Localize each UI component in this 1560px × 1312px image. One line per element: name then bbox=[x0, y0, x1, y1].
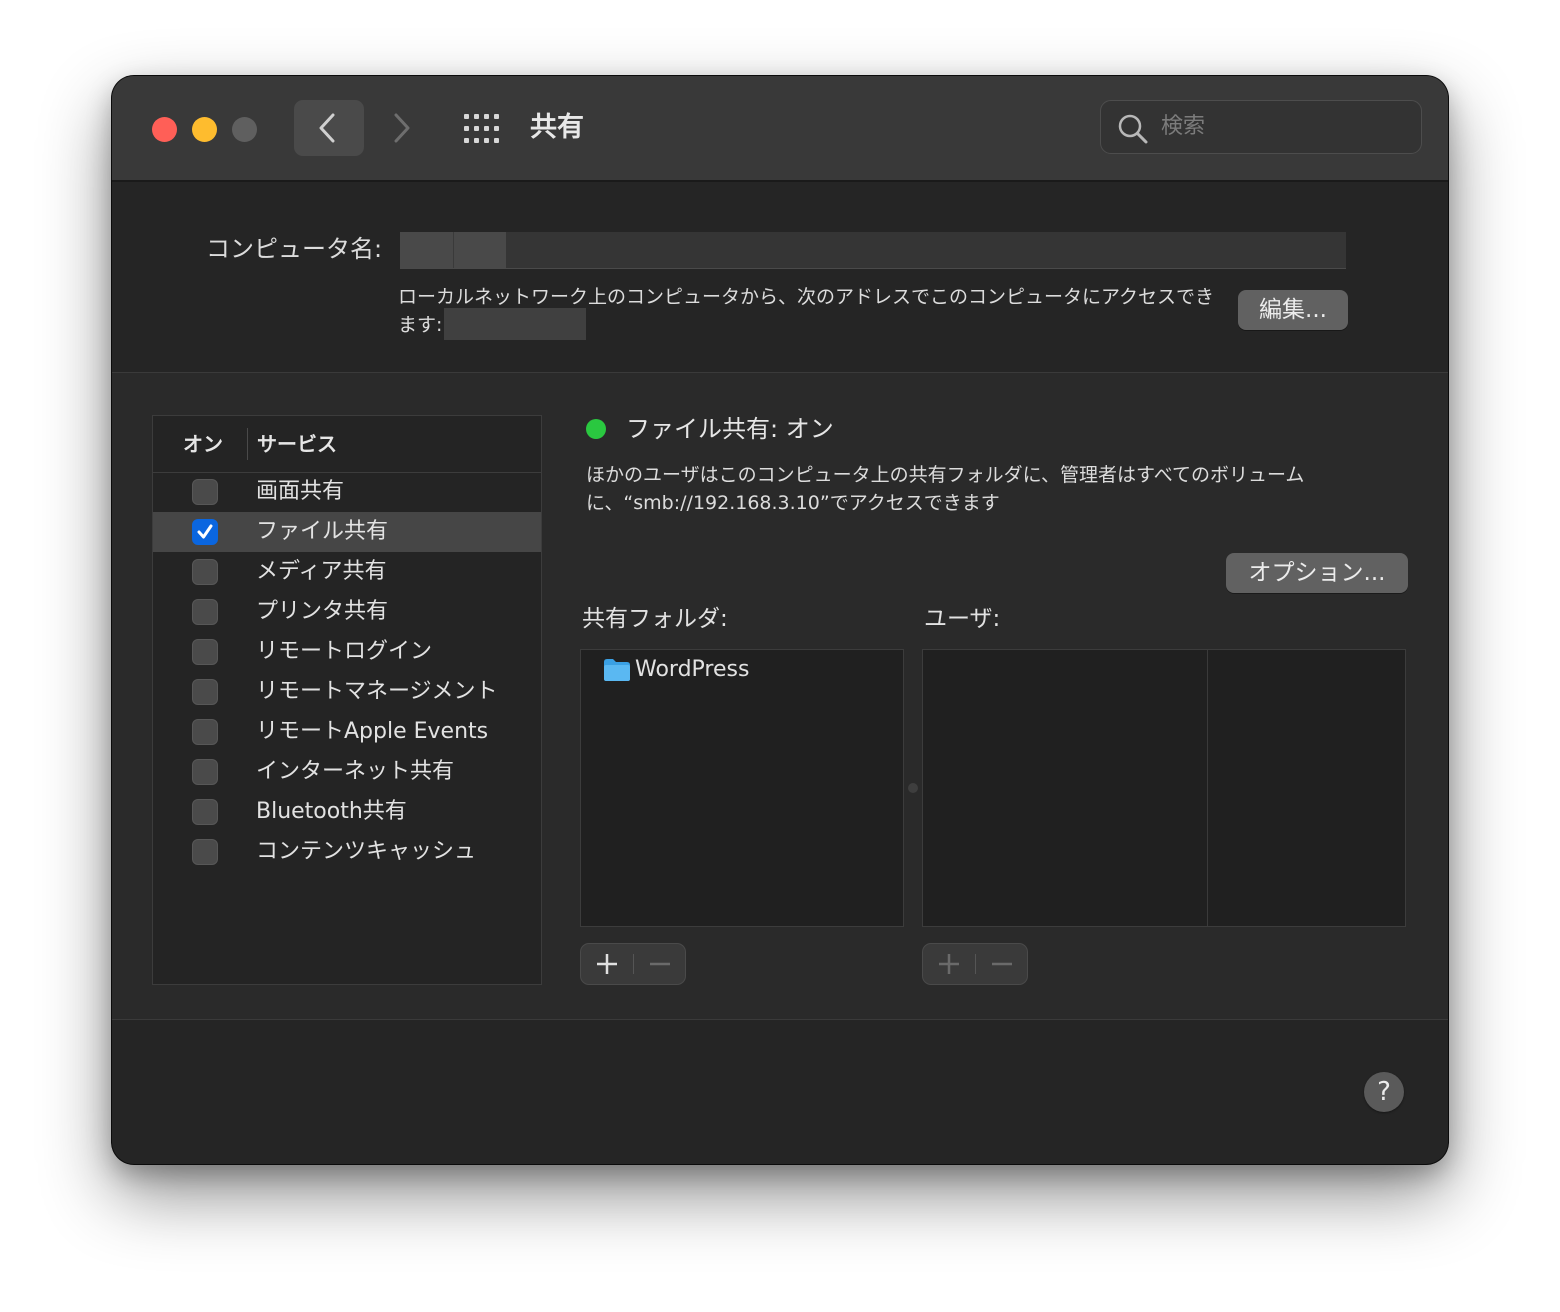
service-checkbox[interactable] bbox=[192, 839, 218, 865]
options-button[interactable]: オプション... bbox=[1226, 553, 1408, 593]
services-list: 画面共有 ファイル共有 メディア共有 プリンタ共有 リモートログイン リモートマ… bbox=[153, 472, 541, 872]
back-button[interactable] bbox=[294, 100, 364, 156]
service-checkbox[interactable] bbox=[192, 559, 218, 585]
service-row-internet-sharing[interactable]: インターネット共有 bbox=[153, 752, 541, 792]
minus-icon bbox=[650, 962, 670, 966]
shared-folders-label: 共有フォルダ: bbox=[582, 606, 728, 632]
redaction-divider bbox=[453, 232, 454, 268]
column-header-on[interactable]: オン bbox=[183, 428, 223, 460]
service-checkbox[interactable] bbox=[192, 479, 218, 505]
shared-folders-list[interactable]: WordPress bbox=[580, 649, 904, 927]
forward-button[interactable] bbox=[382, 100, 422, 156]
minus-icon bbox=[992, 962, 1012, 966]
sharing-preferences-window: 共有 検索 コンピュータ名: ローカルネットワーク上のコンピュータから、次のアド… bbox=[112, 76, 1448, 1164]
service-label: 画面共有 bbox=[256, 479, 345, 504]
users-label: ユーザ: bbox=[924, 606, 1001, 632]
service-row-remote-login[interactable]: リモートログイン bbox=[153, 632, 541, 672]
service-row-media-sharing[interactable]: メディア共有 bbox=[153, 552, 541, 592]
address-value-redacted bbox=[444, 307, 587, 340]
column-header-service[interactable]: サービス bbox=[257, 428, 337, 460]
status-indicator bbox=[586, 419, 606, 439]
service-row-screen-sharing[interactable]: 画面共有 bbox=[153, 472, 541, 512]
remove-user-button[interactable] bbox=[976, 944, 1028, 984]
service-label: リモートマネージメント bbox=[256, 679, 498, 704]
split-view-handle[interactable] bbox=[908, 783, 918, 793]
checkmark-icon bbox=[197, 524, 213, 539]
folder-icon bbox=[604, 659, 630, 681]
service-label: コンテンツキャッシュ bbox=[256, 839, 477, 864]
plus-icon bbox=[939, 954, 959, 974]
search-field[interactable]: 検索 bbox=[1100, 100, 1422, 154]
help-button[interactable]: ? bbox=[1364, 1072, 1404, 1112]
window-title: 共有 bbox=[530, 112, 584, 143]
status-description: ほかのユーザはこのコンピュータ上の共有フォルダに、管理者はすべてのボリュームに、… bbox=[586, 464, 1305, 514]
services-panel: オン サービス 画面共有 ファイル共有 メディア共有 プリンタ共有 リモートログ… bbox=[112, 372, 1448, 1020]
titlebar: 共有 検索 bbox=[112, 76, 1448, 182]
show-all-grid-icon[interactable] bbox=[464, 114, 500, 144]
column-divider bbox=[247, 428, 248, 460]
service-row-remote-apple-events[interactable]: リモートApple Events bbox=[153, 712, 541, 752]
minimize-button[interactable] bbox=[192, 117, 217, 142]
service-label: リモートApple Events bbox=[256, 719, 489, 744]
service-label: メディア共有 bbox=[256, 559, 387, 584]
users-add-remove bbox=[922, 943, 1028, 985]
address-description: ローカルネットワーク上のコンピュータから、次のアドレスでこのコンピュータにアクセ… bbox=[398, 283, 1218, 340]
search-placeholder: 検索 bbox=[1161, 114, 1206, 139]
services-table-header: オン サービス bbox=[153, 416, 541, 473]
shared-folders-add-remove bbox=[580, 943, 686, 985]
chevron-right-icon bbox=[394, 113, 410, 143]
remove-folder-button[interactable] bbox=[634, 944, 686, 984]
service-label: Bluetooth共有 bbox=[256, 799, 407, 824]
service-label: リモートログイン bbox=[256, 639, 433, 664]
service-label: ファイル共有 bbox=[256, 519, 389, 544]
service-row-bluetooth-sharing[interactable]: Bluetooth共有 bbox=[153, 792, 541, 832]
services-table: オン サービス 画面共有 ファイル共有 メディア共有 プリンタ共有 リモートログ… bbox=[152, 415, 542, 985]
plus-icon bbox=[597, 954, 617, 974]
service-checkbox[interactable] bbox=[192, 639, 218, 665]
shared-folder-name: WordPress bbox=[635, 657, 750, 682]
service-checkbox[interactable] bbox=[192, 799, 218, 825]
service-row-remote-management[interactable]: リモートマネージメント bbox=[153, 672, 541, 712]
computer-name-label: コンピュータ名: bbox=[206, 235, 383, 263]
service-row-content-caching[interactable]: コンテンツキャッシュ bbox=[153, 832, 541, 872]
service-checkbox[interactable] bbox=[192, 679, 218, 705]
add-user-button[interactable] bbox=[923, 944, 975, 984]
computer-name-field[interactable] bbox=[400, 232, 1346, 269]
service-checkbox[interactable] bbox=[192, 759, 218, 785]
service-checkbox[interactable] bbox=[192, 519, 218, 545]
search-icon bbox=[1118, 114, 1148, 144]
service-checkbox[interactable] bbox=[192, 599, 218, 625]
chevron-left-icon bbox=[319, 113, 335, 143]
users-list[interactable] bbox=[922, 649, 1406, 927]
status-text: ファイル共有: オン bbox=[626, 415, 834, 443]
close-button[interactable] bbox=[152, 117, 177, 142]
question-mark-icon: ? bbox=[1377, 1077, 1391, 1107]
service-row-file-sharing[interactable]: ファイル共有 bbox=[153, 512, 541, 552]
service-checkbox[interactable] bbox=[192, 719, 218, 745]
edit-button[interactable]: 編集... bbox=[1238, 290, 1348, 330]
zoom-button[interactable] bbox=[232, 117, 257, 142]
add-folder-button[interactable] bbox=[581, 944, 633, 984]
service-label: インターネット共有 bbox=[256, 759, 455, 784]
service-row-printer-sharing[interactable]: プリンタ共有 bbox=[153, 592, 541, 632]
service-label: プリンタ共有 bbox=[256, 599, 389, 624]
users-column-divider bbox=[1207, 650, 1208, 926]
